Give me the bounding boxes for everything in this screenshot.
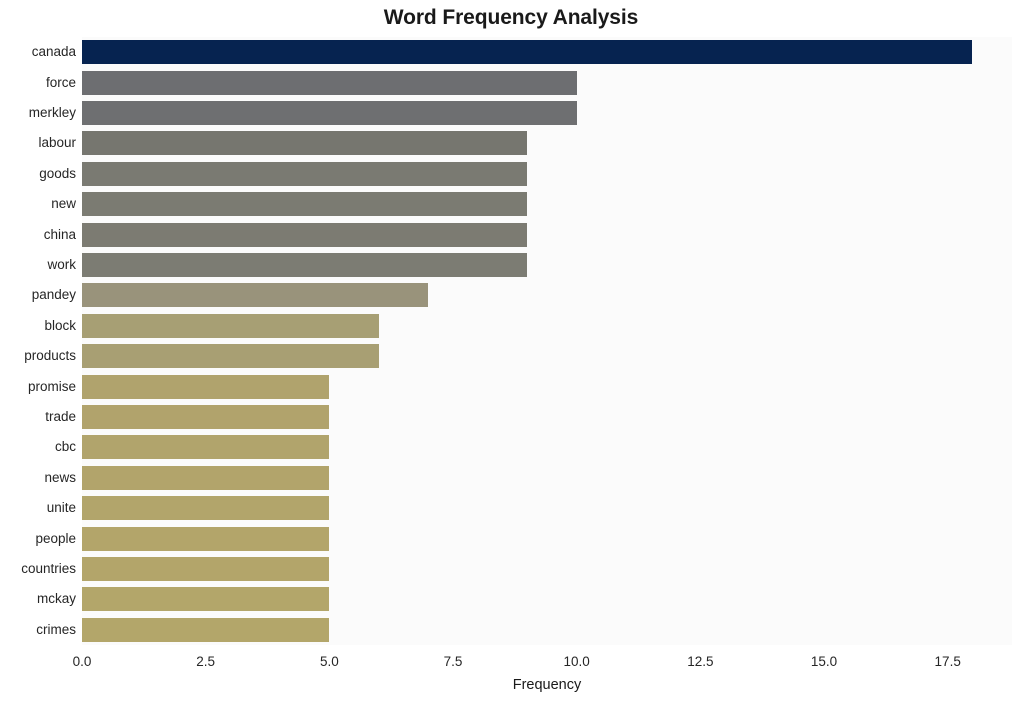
bar-row <box>82 432 1012 463</box>
y-axis-label-new: new <box>51 196 76 212</box>
y-axis-label-work: work <box>47 257 76 272</box>
bar-china[interactable] <box>82 222 528 247</box>
x-axis-tick-1: 2.5 <box>196 654 216 669</box>
y-axis-label-news: news <box>44 469 76 485</box>
bar-block[interactable] <box>82 313 379 338</box>
y-axis-label-canada: canada <box>31 44 76 60</box>
plot-area <box>81 37 1012 645</box>
bar-crimes[interactable] <box>82 617 330 642</box>
y-axis-label-people: people <box>35 530 76 546</box>
bar-new[interactable] <box>82 192 528 217</box>
bar-row <box>82 553 1012 585</box>
y-axis-labels: canada force merkley labour goods new china wor… <box>0 37 76 645</box>
bar-row <box>82 128 1012 159</box>
x-axis-title: Frequency <box>512 677 582 693</box>
bar-row <box>82 614 1012 645</box>
chart-title: Word Frequency Analysis <box>383 6 639 29</box>
y-axis-label-labour: labour <box>38 135 76 151</box>
bar-row <box>82 97 1012 129</box>
bar-promise[interactable] <box>82 374 330 399</box>
y-axis-label-pandey: pandey <box>31 287 76 303</box>
bar-people[interactable] <box>82 526 330 551</box>
x-axis-tick-0: 0.0 <box>72 654 92 669</box>
bar-row <box>82 584 1012 615</box>
y-axis-label-promise: promise <box>27 378 76 394</box>
bar-row <box>82 249 1012 281</box>
y-axis-label-cbc: cbc <box>54 439 76 455</box>
bar-news[interactable] <box>82 465 330 490</box>
bar-row <box>82 189 1012 220</box>
x-axis-tick-6: 15.0 <box>810 654 838 669</box>
bar-row <box>82 219 1012 250</box>
bar-row <box>82 493 1012 524</box>
bars-layer <box>82 37 1012 645</box>
x-axis-tick-4: 10.0 <box>563 654 590 669</box>
y-axis-label-goods: goods <box>39 165 76 181</box>
bar-mckay[interactable] <box>82 587 330 612</box>
x-axis-tick-5: 12.5 <box>687 654 714 669</box>
bar-work[interactable] <box>82 252 528 277</box>
y-axis-label-force: force <box>45 74 76 90</box>
bar-canada[interactable] <box>82 40 973 65</box>
bar-row <box>82 371 1012 402</box>
x-axis-tick-3: 7.5 <box>443 654 463 669</box>
y-axis-label-trade: trade <box>45 409 76 424</box>
bar-row <box>82 310 1012 341</box>
bar-row <box>82 341 1012 372</box>
bar-labour[interactable] <box>82 131 528 156</box>
bar-row <box>82 280 1012 311</box>
x-axis-tick-7: 17.5 <box>934 654 961 669</box>
bar-unite[interactable] <box>82 496 330 521</box>
y-axis-label-unite: unite <box>46 500 76 516</box>
bar-cbc[interactable] <box>82 435 330 460</box>
y-axis-label-countries: countries <box>21 561 76 576</box>
bar-row <box>82 462 1012 493</box>
y-axis-label-block: block <box>44 317 76 333</box>
bar-row <box>82 158 1012 189</box>
bar-row <box>82 401 1012 433</box>
y-axis-label-china: china <box>43 226 76 242</box>
bar-pandey[interactable] <box>82 283 429 308</box>
bar-merkley[interactable] <box>82 100 577 125</box>
y-axis-label-merkley: merkley <box>28 105 76 120</box>
x-axis: 0.0 2.5 5.0 7.5 10.0 12.5 15.0 17.5 Frequency <box>0 645 1022 701</box>
bar-goods[interactable] <box>82 161 528 186</box>
bar-products[interactable] <box>82 344 379 369</box>
bar-trade[interactable] <box>82 404 330 429</box>
bar-row <box>82 67 1012 98</box>
y-axis-label-mckay: mckay <box>36 591 76 607</box>
word-frequency-chart: Word Frequency Analysis canada force merkl… <box>0 0 1022 701</box>
bar-force[interactable] <box>82 70 577 95</box>
y-axis-label-products: products <box>24 348 76 364</box>
bar-row <box>82 523 1012 554</box>
x-axis-tick-2: 5.0 <box>319 654 339 669</box>
bar-countries[interactable] <box>82 556 330 581</box>
y-axis-label-crimes: crimes <box>36 621 76 637</box>
bar-row <box>82 37 1012 68</box>
